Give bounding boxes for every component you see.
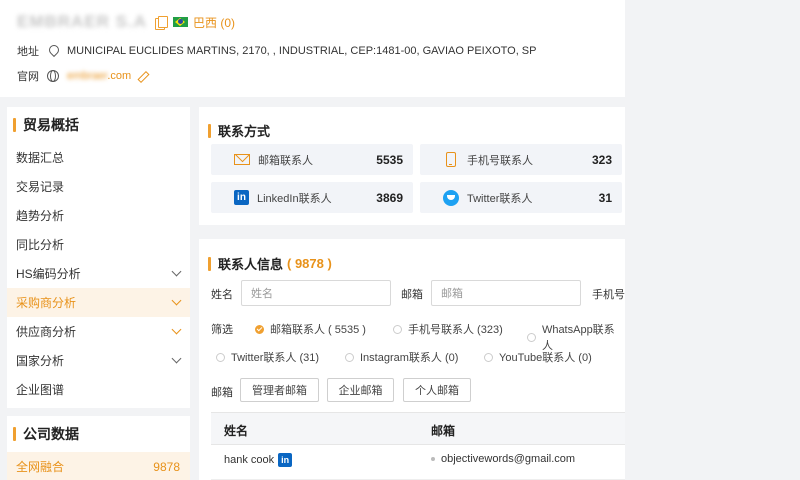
filter-label: 筛选 <box>211 324 233 336</box>
sidebar-item-hs-code[interactable]: HS编码分析 <box>7 259 190 288</box>
mailbox-type-label: 邮箱 <box>211 387 233 399</box>
radio-icon <box>484 352 493 362</box>
contact-methods-card: 联系方式 邮箱联系人 5535 手机号联系人 323 in LinkedIn联系… <box>199 107 625 225</box>
contact-count: ( 9878 ) <box>287 256 332 271</box>
email-input[interactable]: 邮箱 <box>431 280 581 306</box>
sidebar-section-title: 贸易概括 <box>7 107 190 143</box>
company-name: EMBRAER S.A <box>17 12 148 31</box>
sidebar-company-data: 公司数据 全网融合 9878 <box>7 416 190 480</box>
contact-email[interactable]: objectivewords@gmail.com <box>441 453 575 465</box>
phone-filter-label: 手机号 <box>592 289 625 301</box>
filter-phone-contacts[interactable]: 手机号联系人 (323) <box>393 321 503 337</box>
chevron-down-icon <box>171 353 182 364</box>
contact-name[interactable]: hank cook <box>224 454 274 466</box>
column-header-email: 邮箱 <box>431 424 456 438</box>
chevron-down-icon <box>171 295 182 306</box>
sidebar-item-countries[interactable]: 国家分析 <box>7 346 190 375</box>
copy-icon[interactable] <box>155 15 169 30</box>
company-header: EMBRAER S.A 巴西 (0) 地址 MUNICIPAL EUCLIDES… <box>0 0 625 97</box>
table-row[interactable]: hank cook in objectivewords@gmail.com <box>211 445 625 480</box>
sidebar-trade-overview: 贸易概括 数据汇总 交易记录 趋势分析 同比分析 HS编码分析 采购商分析 供应… <box>7 107 190 408</box>
company-title-row: EMBRAER S.A 巴西 (0) <box>17 11 235 33</box>
contact-people-card: 联系人信息 ( 9878 ) 姓名 姓名 邮箱 邮箱 手机号 筛选 邮箱联系人 … <box>199 239 625 480</box>
location-pin-icon <box>47 45 59 57</box>
sidebar-item-suppliers[interactable]: 供应商分析 <box>7 317 190 346</box>
company-mailbox-button[interactable]: 企业邮箱 <box>327 378 394 402</box>
sidebar-item-data-summary[interactable]: 数据汇总 <box>7 143 190 172</box>
sidebar-item-trend[interactable]: 趋势分析 <box>7 201 190 230</box>
address-row: 地址 MUNICIPAL EUCLIDES MARTINS, 2170, , I… <box>17 43 536 59</box>
chevron-down-icon <box>171 324 182 335</box>
checked-radio-icon <box>255 324 264 334</box>
sidebar-item-network-fusion[interactable]: 全网融合 9878 <box>7 452 190 480</box>
sidebar-item-transactions[interactable]: 交易记录 <box>7 172 190 201</box>
method-phone[interactable]: 手机号联系人 323 <box>420 144 622 175</box>
status-dot <box>431 457 435 461</box>
filter-youtube-contacts[interactable]: YouTube联系人 (0) <box>484 349 592 365</box>
chevron-down-icon <box>171 266 182 277</box>
filter-twitter-contacts[interactable]: Twitter联系人 (31) <box>216 349 319 365</box>
sidebar-section-title: 公司数据 <box>7 416 190 452</box>
mail-icon <box>234 154 250 165</box>
name-input[interactable]: 姓名 <box>241 280 391 306</box>
sidebar-item-buyers[interactable]: 采购商分析 <box>7 288 190 317</box>
linkedin-icon: in <box>234 190 249 205</box>
linkedin-icon[interactable]: in <box>278 453 293 467</box>
contact-methods-title: 联系方式 <box>208 121 270 140</box>
radio-icon <box>527 332 536 342</box>
contacts-table-header: 姓名 邮箱 <box>211 412 625 445</box>
website-label: 官网 <box>17 71 39 83</box>
filter-email-contacts[interactable]: 邮箱联系人 ( 5535 ) <box>255 321 366 337</box>
filter-instagram-contacts[interactable]: Instagram联系人 (0) <box>345 349 458 365</box>
country-link[interactable]: 巴西 (0) <box>193 14 235 31</box>
section-accent-bar <box>13 427 16 441</box>
globe-icon <box>47 70 59 82</box>
contact-people-title: 联系人信息 ( 9878 ) <box>208 254 332 273</box>
radio-icon <box>393 324 402 334</box>
personal-mailbox-button[interactable]: 个人邮箱 <box>403 378 471 402</box>
radio-icon <box>216 352 225 362</box>
section-accent-bar <box>208 256 211 271</box>
edit-icon[interactable] <box>138 71 148 81</box>
phone-icon <box>446 152 456 167</box>
method-email[interactable]: 邮箱联系人 5535 <box>211 144 413 175</box>
brazil-flag-icon <box>173 17 189 27</box>
method-linkedin[interactable]: in LinkedIn联系人 3869 <box>211 182 413 213</box>
count-badge: 9878 <box>153 459 180 474</box>
contact-email-cell: objectivewords@gmail.com <box>431 453 575 465</box>
website-row: 官网 embraer.com <box>17 68 148 84</box>
admin-mailbox-button[interactable]: 管理者邮箱 <box>240 378 319 402</box>
address-text: MUNICIPAL EUCLIDES MARTINS, 2170, , INDU… <box>67 45 537 57</box>
section-accent-bar <box>208 123 211 138</box>
sidebar-item-yoy[interactable]: 同比分析 <box>7 230 190 259</box>
email-filter-label: 邮箱 <box>401 289 423 301</box>
method-twitter[interactable]: Twitter联系人 31 <box>420 182 622 213</box>
twitter-icon <box>443 189 459 206</box>
address-label: 地址 <box>17 46 39 58</box>
website-link[interactable]: embraer.com <box>67 70 131 82</box>
sidebar-item-graph[interactable]: 企业图谱 <box>7 375 190 404</box>
section-accent-bar <box>13 118 16 132</box>
name-filter-label: 姓名 <box>211 289 233 301</box>
radio-icon <box>345 352 354 362</box>
contact-name-cell: hank cook in <box>224 453 293 467</box>
column-header-name: 姓名 <box>224 424 249 438</box>
